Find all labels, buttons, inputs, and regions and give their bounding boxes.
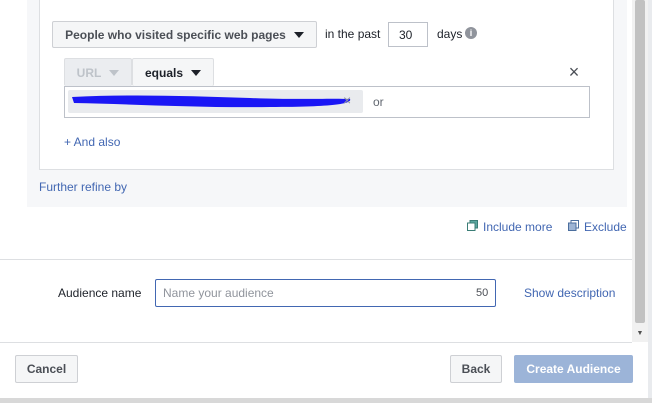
- url-field-label: URL: [76, 65, 102, 80]
- cancel-button[interactable]: Cancel: [15, 355, 78, 383]
- close-icon[interactable]: ×: [567, 63, 581, 81]
- chevron-down-icon: [293, 31, 304, 38]
- in-the-past-label: in the past: [325, 27, 381, 41]
- and-also-link[interactable]: + And also: [64, 135, 120, 149]
- scrollbar-thumb[interactable]: [635, 0, 645, 323]
- background-strip: [648, 0, 652, 403]
- chevron-down-icon: [191, 69, 201, 76]
- close-icon[interactable]: ×: [343, 92, 351, 108]
- days-input[interactable]: [388, 22, 428, 47]
- show-description-link[interactable]: Show description: [524, 286, 615, 300]
- chevron-down-icon: [109, 69, 120, 76]
- visitor-type-dropdown[interactable]: People who visited specific web pages: [52, 21, 317, 48]
- create-audience-button[interactable]: Create Audience: [514, 355, 633, 383]
- audience-name-input[interactable]: [155, 279, 496, 307]
- further-refine-link[interactable]: Further refine by: [39, 180, 127, 194]
- visitor-type-label: People who visited specific web pages: [65, 27, 286, 42]
- days-label: days: [437, 27, 463, 41]
- background-strip: [0, 398, 652, 403]
- exclude-link[interactable]: Exclude: [584, 220, 627, 234]
- url-field-dropdown[interactable]: URL: [64, 58, 132, 86]
- exclude-icon: [568, 220, 579, 231]
- include-icon: [467, 220, 478, 231]
- operator-dropdown[interactable]: equals: [132, 58, 214, 86]
- divider: [0, 259, 632, 260]
- back-button[interactable]: Back: [450, 355, 502, 383]
- audience-name-label: Audience name: [58, 286, 142, 300]
- operator-label: equals: [144, 65, 183, 80]
- character-count: 50: [476, 287, 489, 299]
- redaction-mark: [72, 95, 351, 108]
- include-more-link[interactable]: Include more: [483, 220, 552, 234]
- or-label: or: [373, 95, 384, 109]
- scroll-down-icon[interactable]: ▼: [635, 330, 645, 338]
- info-icon[interactable]: i: [465, 27, 477, 39]
- footer-divider: [0, 342, 632, 343]
